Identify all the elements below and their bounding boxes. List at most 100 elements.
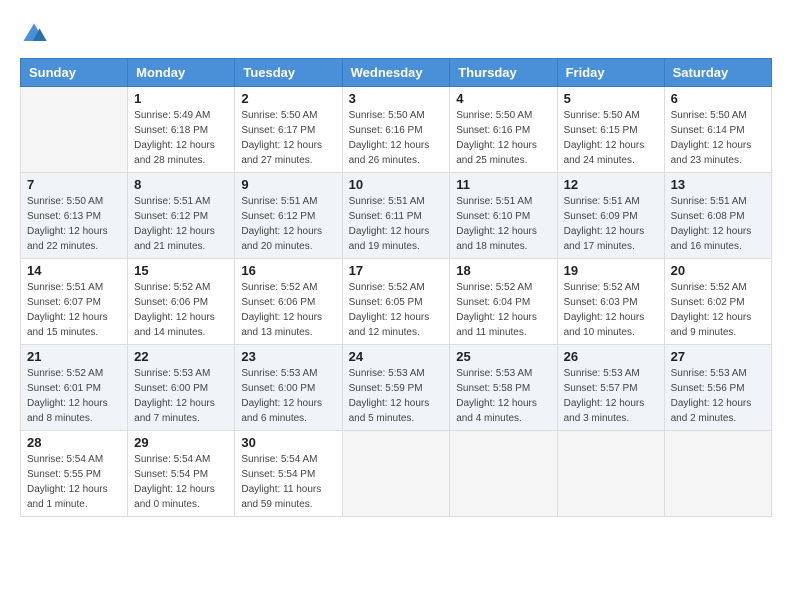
day-number: 12 [564,177,658,192]
day-info: Sunrise: 5:50 AM Sunset: 6:17 PM Dayligh… [241,108,335,168]
day-number: 11 [456,177,550,192]
day-info: Sunrise: 5:53 AM Sunset: 6:00 PM Dayligh… [134,366,228,426]
day-number: 8 [134,177,228,192]
day-info: Sunrise: 5:53 AM Sunset: 5:56 PM Dayligh… [671,366,765,426]
calendar-cell: 28 Sunrise: 5:54 AM Sunset: 5:55 PM Dayli… [21,431,128,517]
calendar-cell: 3Sunrise: 5:50 AM Sunset: 6:16 PM Daylig… [342,87,450,173]
calendar-cell: 23 Sunrise: 5:53 AM Sunset: 6:00 PM Dayli… [235,345,342,431]
day-number: 13 [671,177,765,192]
day-number: 6 [671,91,765,106]
day-number: 30 [241,435,335,450]
day-number: 19 [564,263,658,278]
day-number: 26 [564,349,658,364]
calendar-cell [342,431,450,517]
day-number: 1 [134,91,228,106]
calendar-cell: 19 Sunrise: 5:52 AM Sunset: 6:03 PM Dayli… [557,259,664,345]
day-info: Sunrise: 5:50 AM Sunset: 6:16 PM Dayligh… [456,108,550,168]
calendar-table: SundayMondayTuesdayWednesdayThursdayFrid… [20,58,772,517]
day-number: 14 [27,263,121,278]
calendar-cell: 15Sunrise: 5:52 AM Sunset: 6:06 PM Dayli… [128,259,235,345]
page-header [20,20,772,48]
day-number: 5 [564,91,658,106]
calendar-cell: 1Sunrise: 5:49 AM Sunset: 6:18 PM Daylig… [128,87,235,173]
week-row-4: 21Sunrise: 5:52 AM Sunset: 6:01 PM Dayli… [21,345,772,431]
calendar-cell: 20 Sunrise: 5:52 AM Sunset: 6:02 PM Dayli… [664,259,771,345]
day-number: 27 [671,349,765,364]
day-info: Sunrise: 5:51 AM Sunset: 6:12 PM Dayligh… [241,194,335,254]
day-number: 18 [456,263,550,278]
calendar-cell: 6Sunrise: 5:50 AM Sunset: 6:14 PM Daylig… [664,87,771,173]
calendar-cell: 10 Sunrise: 5:51 AM Sunset: 6:11 PM Dayli… [342,173,450,259]
day-info: Sunrise: 5:52 AM Sunset: 6:04 PM Dayligh… [456,280,550,340]
calendar-cell: 21Sunrise: 5:52 AM Sunset: 6:01 PM Dayli… [21,345,128,431]
day-number: 20 [671,263,765,278]
calendar-cell: 18 Sunrise: 5:52 AM Sunset: 6:04 PM Dayli… [450,259,557,345]
calendar-cell: 4 Sunrise: 5:50 AM Sunset: 6:16 PM Daylig… [450,87,557,173]
weekday-header-tuesday: Tuesday [235,59,342,87]
calendar-cell: 8 Sunrise: 5:51 AM Sunset: 6:12 PM Daylig… [128,173,235,259]
calendar-cell: 26 Sunrise: 5:53 AM Sunset: 5:57 PM Dayli… [557,345,664,431]
day-number: 25 [456,349,550,364]
calendar-cell: 25 Sunrise: 5:53 AM Sunset: 5:58 PM Dayli… [450,345,557,431]
day-info: Sunrise: 5:51 AM Sunset: 6:10 PM Dayligh… [456,194,550,254]
day-info: Sunrise: 5:54 AM Sunset: 5:54 PM Dayligh… [241,452,335,512]
calendar-cell: 13 Sunrise: 5:51 AM Sunset: 6:08 PM Dayli… [664,173,771,259]
weekday-header-monday: Monday [128,59,235,87]
day-info: Sunrise: 5:51 AM Sunset: 6:12 PM Dayligh… [134,194,228,254]
day-info: Sunrise: 5:50 AM Sunset: 6:15 PM Dayligh… [564,108,658,168]
calendar-header-row: SundayMondayTuesdayWednesdayThursdayFrid… [21,59,772,87]
day-info: Sunrise: 5:52 AM Sunset: 6:02 PM Dayligh… [671,280,765,340]
weekday-header-saturday: Saturday [664,59,771,87]
day-info: Sunrise: 5:51 AM Sunset: 6:09 PM Dayligh… [564,194,658,254]
logo [20,20,52,48]
calendar-cell: 14 Sunrise: 5:51 AM Sunset: 6:07 PM Dayli… [21,259,128,345]
day-number: 7 [27,177,121,192]
calendar-cell [664,431,771,517]
week-row-5: 28 Sunrise: 5:54 AM Sunset: 5:55 PM Dayli… [21,431,772,517]
day-info: Sunrise: 5:54 AM Sunset: 5:54 PM Dayligh… [134,452,228,512]
weekday-header-thursday: Thursday [450,59,557,87]
day-info: Sunrise: 5:53 AM Sunset: 5:59 PM Dayligh… [349,366,444,426]
day-info: Sunrise: 5:51 AM Sunset: 6:07 PM Dayligh… [27,280,121,340]
week-row-1: 1Sunrise: 5:49 AM Sunset: 6:18 PM Daylig… [21,87,772,173]
day-number: 29 [134,435,228,450]
day-info: Sunrise: 5:53 AM Sunset: 6:00 PM Dayligh… [241,366,335,426]
calendar-cell: 24 Sunrise: 5:53 AM Sunset: 5:59 PM Dayli… [342,345,450,431]
week-row-2: 7 Sunrise: 5:50 AM Sunset: 6:13 PM Daylig… [21,173,772,259]
calendar-cell: 27 Sunrise: 5:53 AM Sunset: 5:56 PM Dayli… [664,345,771,431]
logo-icon [20,20,48,48]
day-number: 4 [456,91,550,106]
calendar-cell: 2 Sunrise: 5:50 AM Sunset: 6:17 PM Daylig… [235,87,342,173]
day-info: Sunrise: 5:51 AM Sunset: 6:08 PM Dayligh… [671,194,765,254]
day-info: Sunrise: 5:52 AM Sunset: 6:03 PM Dayligh… [564,280,658,340]
day-number: 16 [241,263,335,278]
day-number: 2 [241,91,335,106]
day-info: Sunrise: 5:52 AM Sunset: 6:06 PM Dayligh… [241,280,335,340]
day-number: 24 [349,349,444,364]
day-number: 10 [349,177,444,192]
calendar-cell: 30 Sunrise: 5:54 AM Sunset: 5:54 PM Dayli… [235,431,342,517]
day-info: Sunrise: 5:50 AM Sunset: 6:13 PM Dayligh… [27,194,121,254]
calendar-cell [450,431,557,517]
calendar-cell [21,87,128,173]
day-info: Sunrise: 5:54 AM Sunset: 5:55 PM Dayligh… [27,452,121,512]
day-info: Sunrise: 5:51 AM Sunset: 6:11 PM Dayligh… [349,194,444,254]
day-info: Sunrise: 5:52 AM Sunset: 6:01 PM Dayligh… [27,366,121,426]
calendar-cell: 29 Sunrise: 5:54 AM Sunset: 5:54 PM Dayli… [128,431,235,517]
calendar-cell: 7 Sunrise: 5:50 AM Sunset: 6:13 PM Daylig… [21,173,128,259]
weekday-header-sunday: Sunday [21,59,128,87]
day-info: Sunrise: 5:52 AM Sunset: 6:05 PM Dayligh… [349,280,444,340]
day-number: 9 [241,177,335,192]
calendar-cell: 16 Sunrise: 5:52 AM Sunset: 6:06 PM Dayli… [235,259,342,345]
calendar-cell: 5 Sunrise: 5:50 AM Sunset: 6:15 PM Daylig… [557,87,664,173]
day-number: 17 [349,263,444,278]
weekday-header-friday: Friday [557,59,664,87]
day-number: 23 [241,349,335,364]
calendar-cell: 9 Sunrise: 5:51 AM Sunset: 6:12 PM Daylig… [235,173,342,259]
day-number: 28 [27,435,121,450]
calendar-cell [557,431,664,517]
day-info: Sunrise: 5:53 AM Sunset: 5:57 PM Dayligh… [564,366,658,426]
day-number: 15 [134,263,228,278]
day-info: Sunrise: 5:53 AM Sunset: 5:58 PM Dayligh… [456,366,550,426]
calendar-cell: 17 Sunrise: 5:52 AM Sunset: 6:05 PM Dayli… [342,259,450,345]
